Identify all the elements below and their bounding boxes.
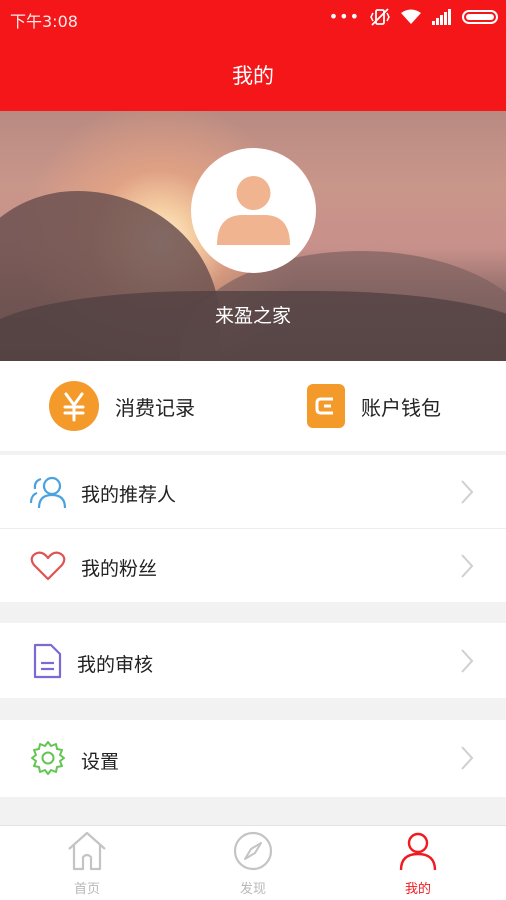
wifi-icon	[401, 9, 421, 24]
battery-icon	[462, 10, 498, 24]
compass-icon	[233, 831, 273, 871]
spending-record-button[interactable]: 消费记录	[49, 381, 195, 431]
home-icon	[68, 831, 106, 871]
status-icons: •••	[329, 8, 498, 26]
chevron-right-icon	[461, 649, 474, 673]
more-dots-icon: •••	[328, 7, 360, 26]
user-avatar-icon	[217, 176, 290, 245]
title-bar: 我的	[0, 36, 506, 111]
profile-header: 来盈之家	[0, 111, 506, 361]
account-wallet-button[interactable]: 账户钱包	[307, 381, 441, 431]
menu-label-settings: 设置	[81, 751, 120, 773]
avatar[interactable]	[191, 148, 316, 273]
yen-icon	[49, 381, 99, 431]
page-title: 我的	[232, 64, 274, 88]
tab-label-mine: 我的	[404, 882, 431, 897]
profile-username: 来盈之家	[214, 305, 291, 327]
menu-item-referrer[interactable]: 我的推荐人	[0, 455, 506, 528]
status-bar: 下午3:08 •••	[0, 0, 506, 36]
status-time: 下午3:08	[10, 12, 78, 31]
menu-item-fans[interactable]: 我的粉丝	[0, 529, 506, 602]
wallet-icon	[307, 384, 345, 428]
menu-label-fans: 我的粉丝	[81, 558, 158, 580]
tab-mine[interactable]: 我的	[378, 830, 458, 897]
chevron-right-icon	[461, 746, 474, 770]
tab-label-home: 首页	[73, 882, 100, 897]
menu-item-review[interactable]: 我的审核	[0, 623, 506, 698]
vibrate-off-icon	[370, 8, 390, 26]
users-icon	[30, 476, 67, 509]
tab-home[interactable]: 首页	[47, 830, 127, 897]
chevron-right-icon	[461, 554, 474, 578]
tab-discover[interactable]: 发现	[213, 830, 293, 897]
quick-actions: 消费记录 账户钱包	[0, 361, 506, 451]
menu-label-referrer: 我的推荐人	[81, 484, 177, 506]
menu-label-review: 我的审核	[77, 654, 154, 676]
menu-item-settings[interactable]: 设置	[0, 720, 506, 797]
heart-icon	[30, 551, 66, 581]
spending-record-label: 消费记录	[115, 395, 195, 420]
account-wallet-label: 账户钱包	[361, 395, 441, 420]
document-icon	[33, 643, 62, 679]
tab-label-discover: 发现	[239, 882, 266, 897]
gear-icon	[31, 741, 65, 775]
bottom-tab-bar: 首页 发现 我的	[0, 825, 506, 900]
user-icon	[399, 832, 437, 871]
signal-icon	[432, 9, 451, 25]
chevron-right-icon	[461, 480, 474, 504]
